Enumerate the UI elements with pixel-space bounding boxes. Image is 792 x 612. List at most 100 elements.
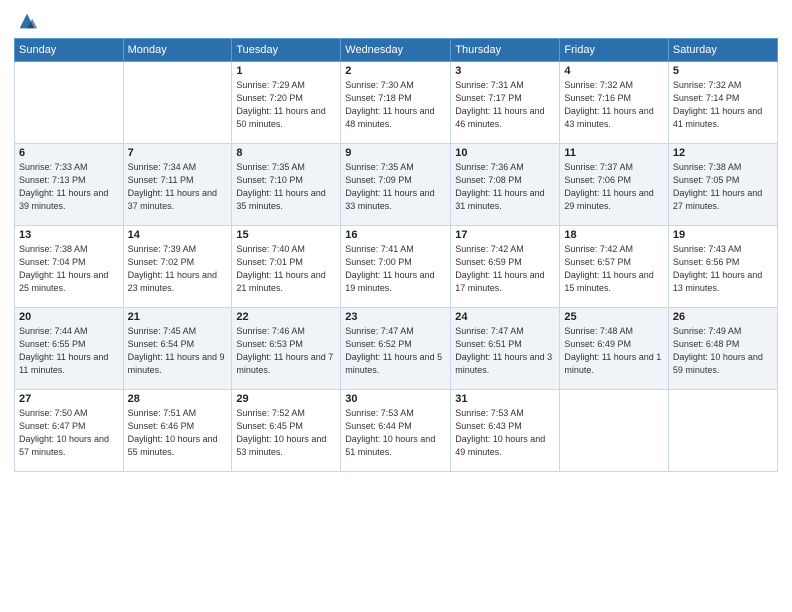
calendar-cell xyxy=(668,390,777,472)
calendar-cell: 3 Sunrise: 7:31 AMSunset: 7:17 PMDaylight… xyxy=(451,62,560,144)
day-info: Sunrise: 7:41 AMSunset: 7:00 PMDaylight:… xyxy=(345,243,446,295)
day-info: Sunrise: 7:51 AMSunset: 6:46 PMDaylight:… xyxy=(128,407,228,459)
day-info: Sunrise: 7:35 AMSunset: 7:09 PMDaylight:… xyxy=(345,161,446,213)
day-info: Sunrise: 7:40 AMSunset: 7:01 PMDaylight:… xyxy=(236,243,336,295)
calendar-week-row: 27 Sunrise: 7:50 AMSunset: 6:47 PMDayligh… xyxy=(15,390,778,472)
day-info: Sunrise: 7:39 AMSunset: 7:02 PMDaylight:… xyxy=(128,243,228,295)
day-number: 7 xyxy=(128,147,228,159)
day-number: 3 xyxy=(455,65,555,77)
day-number: 19 xyxy=(673,229,773,241)
day-number: 21 xyxy=(128,311,228,323)
day-info: Sunrise: 7:44 AMSunset: 6:55 PMDaylight:… xyxy=(19,325,119,377)
day-info: Sunrise: 7:50 AMSunset: 6:47 PMDaylight:… xyxy=(19,407,119,459)
day-info: Sunrise: 7:33 AMSunset: 7:13 PMDaylight:… xyxy=(19,161,119,213)
calendar-cell: 14 Sunrise: 7:39 AMSunset: 7:02 PMDayligh… xyxy=(123,226,232,308)
calendar-week-row: 1Sunrise: 7:29 AMSunset: 7:20 PMDaylight… xyxy=(15,62,778,144)
calendar-cell: 29 Sunrise: 7:52 AMSunset: 6:45 PMDayligh… xyxy=(232,390,341,472)
weekday-header: Friday xyxy=(560,39,668,62)
calendar-cell: 17Sunrise: 7:42 AMSunset: 6:59 PMDayligh… xyxy=(451,226,560,308)
calendar-cell xyxy=(15,62,124,144)
day-number: 25 xyxy=(564,311,663,323)
day-info: Sunrise: 7:29 AMSunset: 7:20 PMDaylight:… xyxy=(236,79,336,131)
day-info: Sunrise: 7:32 AMSunset: 7:16 PMDaylight:… xyxy=(564,79,663,131)
logo-icon xyxy=(16,10,38,32)
calendar-cell xyxy=(560,390,668,472)
calendar-week-row: 6 Sunrise: 7:33 AMSunset: 7:13 PMDaylight… xyxy=(15,144,778,226)
header xyxy=(14,10,778,32)
day-info: Sunrise: 7:52 AMSunset: 6:45 PMDaylight:… xyxy=(236,407,336,459)
calendar-cell: 6 Sunrise: 7:33 AMSunset: 7:13 PMDaylight… xyxy=(15,144,124,226)
day-info: Sunrise: 7:31 AMSunset: 7:17 PMDaylight:… xyxy=(455,79,555,131)
day-number: 22 xyxy=(236,311,336,323)
day-info: Sunrise: 7:43 AMSunset: 6:56 PMDaylight:… xyxy=(673,243,773,295)
calendar-header-row: SundayMondayTuesdayWednesdayThursdayFrid… xyxy=(15,39,778,62)
day-info: Sunrise: 7:38 AMSunset: 7:05 PMDaylight:… xyxy=(673,161,773,213)
day-number: 29 xyxy=(236,393,336,405)
day-info: Sunrise: 7:49 AMSunset: 6:48 PMDaylight:… xyxy=(673,325,773,377)
calendar-cell: 12Sunrise: 7:38 AMSunset: 7:05 PMDayligh… xyxy=(668,144,777,226)
day-number: 27 xyxy=(19,393,119,405)
calendar-cell: 1Sunrise: 7:29 AMSunset: 7:20 PMDaylight… xyxy=(232,62,341,144)
calendar-cell: 8Sunrise: 7:35 AMSunset: 7:10 PMDaylight… xyxy=(232,144,341,226)
calendar-cell: 28 Sunrise: 7:51 AMSunset: 6:46 PMDayligh… xyxy=(123,390,232,472)
calendar-cell: 27 Sunrise: 7:50 AMSunset: 6:47 PMDayligh… xyxy=(15,390,124,472)
calendar-cell: 4 Sunrise: 7:32 AMSunset: 7:16 PMDaylight… xyxy=(560,62,668,144)
day-number: 31 xyxy=(455,393,555,405)
day-number: 14 xyxy=(128,229,228,241)
calendar-table: SundayMondayTuesdayWednesdayThursdayFrid… xyxy=(14,38,778,472)
day-info: Sunrise: 7:53 AMSunset: 6:43 PMDaylight:… xyxy=(455,407,555,459)
day-info: Sunrise: 7:46 AMSunset: 6:53 PMDaylight:… xyxy=(236,325,336,377)
day-number: 15 xyxy=(236,229,336,241)
day-number: 2 xyxy=(345,65,446,77)
calendar-week-row: 20 Sunrise: 7:44 AMSunset: 6:55 PMDayligh… xyxy=(15,308,778,390)
calendar-week-row: 13 Sunrise: 7:38 AMSunset: 7:04 PMDayligh… xyxy=(15,226,778,308)
weekday-header: Tuesday xyxy=(232,39,341,62)
day-info: Sunrise: 7:42 AMSunset: 6:57 PMDaylight:… xyxy=(564,243,663,295)
day-number: 4 xyxy=(564,65,663,77)
calendar-cell: 22 Sunrise: 7:46 AMSunset: 6:53 PMDayligh… xyxy=(232,308,341,390)
calendar-cell: 31 Sunrise: 7:53 AMSunset: 6:43 PMDayligh… xyxy=(451,390,560,472)
day-number: 18 xyxy=(564,229,663,241)
weekday-header: Sunday xyxy=(15,39,124,62)
day-number: 11 xyxy=(564,147,663,159)
calendar-cell: 15 Sunrise: 7:40 AMSunset: 7:01 PMDayligh… xyxy=(232,226,341,308)
day-number: 30 xyxy=(345,393,446,405)
day-number: 5 xyxy=(673,65,773,77)
day-info: Sunrise: 7:30 AMSunset: 7:18 PMDaylight:… xyxy=(345,79,446,131)
calendar-cell: 9 Sunrise: 7:35 AMSunset: 7:09 PMDaylight… xyxy=(341,144,451,226)
day-number: 28 xyxy=(128,393,228,405)
day-info: Sunrise: 7:47 AMSunset: 6:51 PMDaylight:… xyxy=(455,325,555,377)
day-info: Sunrise: 7:42 AMSunset: 6:59 PMDaylight:… xyxy=(455,243,555,295)
calendar-cell: 5Sunrise: 7:32 AMSunset: 7:14 PMDaylight… xyxy=(668,62,777,144)
day-info: Sunrise: 7:47 AMSunset: 6:52 PMDaylight:… xyxy=(345,325,446,377)
calendar-cell: 26 Sunrise: 7:49 AMSunset: 6:48 PMDayligh… xyxy=(668,308,777,390)
day-number: 13 xyxy=(19,229,119,241)
day-info: Sunrise: 7:38 AMSunset: 7:04 PMDaylight:… xyxy=(19,243,119,295)
day-number: 9 xyxy=(345,147,446,159)
weekday-header: Wednesday xyxy=(341,39,451,62)
day-number: 16 xyxy=(345,229,446,241)
calendar-cell: 20 Sunrise: 7:44 AMSunset: 6:55 PMDayligh… xyxy=(15,308,124,390)
day-info: Sunrise: 7:45 AMSunset: 6:54 PMDaylight:… xyxy=(128,325,228,377)
calendar-cell: 2 Sunrise: 7:30 AMSunset: 7:18 PMDaylight… xyxy=(341,62,451,144)
page-container: SundayMondayTuesdayWednesdayThursdayFrid… xyxy=(0,0,792,612)
day-number: 20 xyxy=(19,311,119,323)
day-info: Sunrise: 7:48 AMSunset: 6:49 PMDaylight:… xyxy=(564,325,663,377)
day-info: Sunrise: 7:36 AMSunset: 7:08 PMDaylight:… xyxy=(455,161,555,213)
calendar-cell: 10Sunrise: 7:36 AMSunset: 7:08 PMDayligh… xyxy=(451,144,560,226)
calendar-cell: 13 Sunrise: 7:38 AMSunset: 7:04 PMDayligh… xyxy=(15,226,124,308)
day-info: Sunrise: 7:37 AMSunset: 7:06 PMDaylight:… xyxy=(564,161,663,213)
day-number: 24 xyxy=(455,311,555,323)
calendar-cell: 19 Sunrise: 7:43 AMSunset: 6:56 PMDayligh… xyxy=(668,226,777,308)
calendar-cell: 7Sunrise: 7:34 AMSunset: 7:11 PMDaylight… xyxy=(123,144,232,226)
weekday-header: Monday xyxy=(123,39,232,62)
day-number: 26 xyxy=(673,311,773,323)
weekday-header: Thursday xyxy=(451,39,560,62)
calendar-cell: 25 Sunrise: 7:48 AMSunset: 6:49 PMDayligh… xyxy=(560,308,668,390)
day-number: 6 xyxy=(19,147,119,159)
weekday-header: Saturday xyxy=(668,39,777,62)
calendar-cell xyxy=(123,62,232,144)
day-info: Sunrise: 7:35 AMSunset: 7:10 PMDaylight:… xyxy=(236,161,336,213)
calendar-cell: 23Sunrise: 7:47 AMSunset: 6:52 PMDayligh… xyxy=(341,308,451,390)
logo xyxy=(14,10,38,32)
